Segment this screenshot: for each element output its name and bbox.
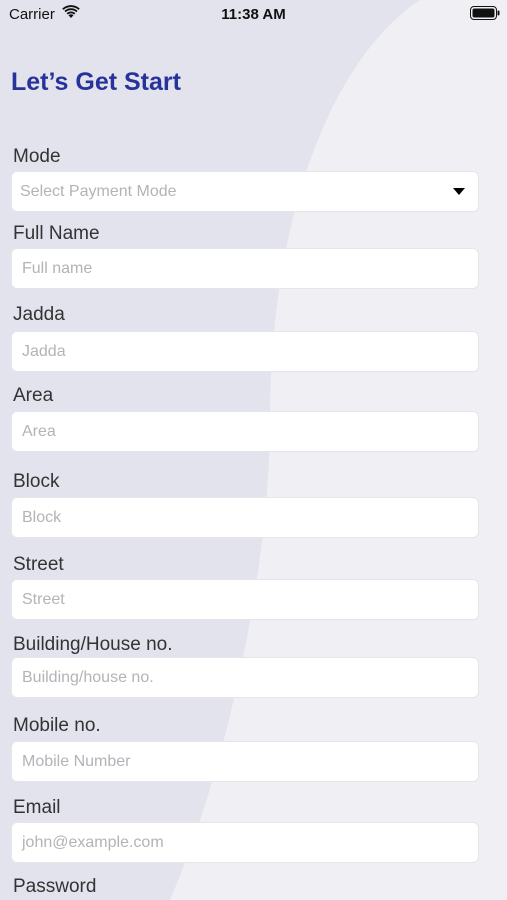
payment-mode-dropdown[interactable]: Select Payment Mode	[11, 171, 479, 212]
mobile-placeholder: Mobile Number	[22, 753, 131, 770]
email-label: Email	[13, 797, 61, 818]
mobile-field[interactable]: Mobile Number	[11, 741, 479, 782]
password-label: Password	[13, 876, 97, 897]
jadda-label: Jadda	[13, 304, 65, 325]
building-label: Building/House no.	[13, 634, 173, 655]
payment-mode-placeholder: Select Payment Mode	[20, 183, 177, 200]
clock: 11:38 AM	[221, 6, 286, 23]
street-field[interactable]: Street	[11, 579, 479, 620]
status-bar: Carrier 11:38 AM	[0, 0, 507, 28]
jadda-field[interactable]: Jadda	[11, 331, 479, 372]
full-name-field[interactable]: Full name	[11, 248, 479, 289]
block-field[interactable]: Block	[11, 497, 479, 538]
building-placeholder: Building/house no.	[22, 669, 154, 686]
full-name-placeholder: Full name	[22, 260, 93, 277]
block-label: Block	[13, 471, 60, 492]
street-placeholder: Street	[22, 591, 65, 608]
area-label: Area	[13, 385, 54, 406]
jadda-placeholder: Jadda	[22, 343, 66, 360]
chevron-down-icon	[453, 188, 465, 195]
block-placeholder: Block	[22, 509, 62, 526]
mobile-label: Mobile no.	[13, 715, 101, 736]
email-placeholder: john@example.com	[22, 834, 164, 851]
email-field[interactable]: john@example.com	[11, 822, 479, 863]
page-title: Let’s Get Start	[11, 68, 181, 96]
area-placeholder: Area	[22, 423, 56, 440]
full-name-label: Full Name	[13, 223, 100, 244]
battery-icon	[470, 6, 500, 20]
area-field[interactable]: Area	[11, 411, 479, 452]
street-label: Street	[13, 554, 64, 575]
building-field[interactable]: Building/house no.	[11, 657, 479, 698]
mode-label: Mode	[13, 146, 61, 167]
